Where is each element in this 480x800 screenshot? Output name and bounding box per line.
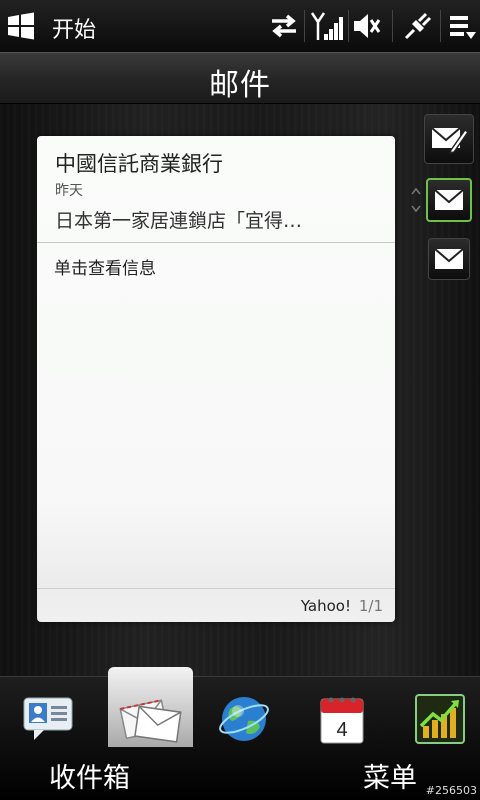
tap-to-view-hint: 单击查看信息 (54, 259, 156, 279)
message-date: 昨天 (55, 183, 83, 199)
inbox-button[interactable] (426, 178, 472, 222)
stock-chart-icon (415, 694, 465, 744)
mail-envelope-icon (119, 699, 182, 743)
mail-icon (434, 248, 464, 269)
signal-strength-icon (310, 10, 344, 42)
tab-mail[interactable] (114, 687, 186, 751)
windows-logo-icon[interactable] (6, 12, 36, 40)
menu-arrow-icon[interactable] (448, 10, 478, 42)
calendar-day: 4 (336, 719, 347, 741)
tab-contacts[interactable] (12, 687, 84, 751)
message-sender: 中國信託商業銀行 (55, 152, 223, 176)
status-bar: 开始 (0, 0, 480, 52)
tab-stocks[interactable] (404, 687, 476, 751)
mail-button[interactable] (428, 238, 470, 280)
message-card[interactable]: 中國信託商業銀行 昨天 日本第一家居連鎖店「宜得… 单击查看信息 Yahoo! … (37, 136, 395, 622)
status-separator (304, 10, 305, 42)
divider (37, 588, 395, 589)
tab-internet[interactable] (208, 687, 280, 751)
status-separator (392, 10, 393, 42)
data-sync-icon (268, 10, 300, 42)
calendar-icon: 4 (320, 697, 364, 744)
globe-icon (219, 697, 269, 741)
page-counter: 1/1 (358, 597, 383, 615)
contact-card-icon (23, 697, 73, 740)
account-name: Yahoo! (300, 597, 351, 615)
charging-plug-icon (402, 10, 434, 42)
watermark-text: #256503 (425, 784, 477, 797)
softkey-menu[interactable]: 菜单 (363, 756, 417, 795)
volume-muted-icon (352, 10, 382, 42)
tab-calendar[interactable]: 4 (306, 687, 378, 751)
divider (37, 242, 395, 243)
inbox-icon (434, 189, 464, 210)
scroll-indicator[interactable] (409, 178, 423, 222)
compose-button[interactable] (424, 114, 474, 164)
page-title: 邮件 (209, 68, 271, 103)
title-bar: 邮件 (0, 52, 480, 104)
compose-mail-icon (431, 127, 469, 155)
status-separator (348, 10, 349, 42)
status-separator (440, 10, 441, 42)
start-label[interactable]: 开始 (52, 12, 96, 44)
message-subject: 日本第一家居連鎖店「宜得… (55, 210, 303, 232)
softkey-inbox[interactable]: 收件箱 (49, 756, 130, 795)
